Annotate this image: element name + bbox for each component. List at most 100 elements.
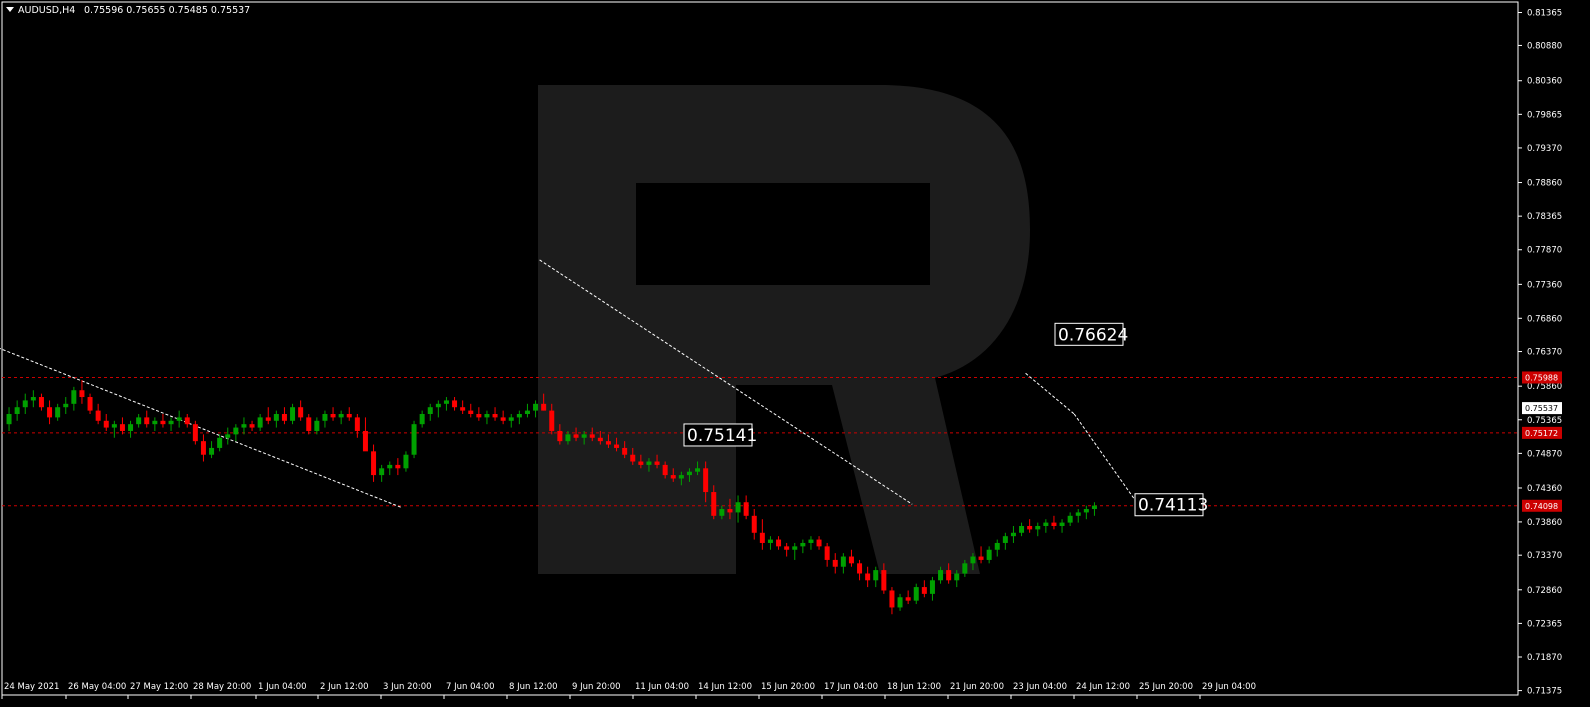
candle-body: [533, 403, 539, 411]
candle-body: [873, 570, 879, 581]
candle-body: [452, 400, 458, 408]
x-tick-label: 24 May 2021: [4, 682, 59, 692]
candle-body: [500, 417, 506, 421]
candle-body: [1083, 509, 1089, 513]
candle-body: [541, 403, 547, 411]
candle-body: [71, 390, 77, 404]
candle-body: [889, 590, 895, 608]
candle-body: [443, 400, 449, 404]
candle-body: [946, 570, 952, 581]
candle-body: [217, 437, 223, 448]
y-tick-label: 0.81365: [1527, 9, 1562, 19]
candle-body: [379, 468, 385, 476]
candle-body: [47, 407, 53, 418]
candle-body: [654, 461, 660, 465]
candle-body: [281, 413, 287, 421]
candle-body: [1002, 536, 1008, 543]
candle-body: [816, 539, 822, 547]
y-tick-label: 0.80360: [1527, 77, 1562, 87]
y-tick-label: 0.79370: [1527, 144, 1562, 154]
candle-body: [516, 413, 522, 418]
candle-body: [905, 597, 911, 601]
candle-body: [95, 410, 101, 421]
x-tick-label: 23 Jun 04:00: [1013, 682, 1067, 692]
candle-body: [411, 424, 417, 455]
candle-body: [330, 413, 336, 418]
candle-body: [622, 447, 628, 455]
candle-body: [767, 539, 773, 543]
candle-body: [192, 424, 198, 442]
candle-body: [176, 417, 182, 421]
price-chart[interactable]: AUDUSD,H4 0.75596 0.75655 0.75485 0.7553…: [0, 0, 1590, 707]
candle-body: [921, 587, 927, 594]
candle-body: [338, 413, 344, 418]
candle-body: [484, 413, 490, 418]
candle-body: [460, 407, 466, 411]
candle-body: [111, 424, 117, 428]
candle-body: [160, 420, 166, 425]
candle-body: [865, 573, 871, 581]
candle-body: [573, 434, 579, 438]
candle-body: [703, 468, 709, 493]
candle-body: [87, 397, 93, 411]
y-tick-label: 0.77870: [1527, 246, 1562, 256]
candle-body: [605, 441, 611, 445]
x-tick-label: 21 Jun 20:00: [950, 682, 1004, 692]
x-tick-label: 29 Jun 04:00: [1202, 682, 1256, 692]
x-tick-label: 9 Jun 20:00: [572, 682, 621, 692]
annotation-label: 0.74113: [1138, 496, 1208, 516]
candle-body: [354, 417, 360, 431]
candle-body: [257, 417, 263, 428]
candle-body: [14, 407, 20, 414]
x-tick-label: 8 Jun 12:00: [509, 682, 558, 692]
x-tick-label: 3 Jun 20:00: [383, 682, 432, 692]
x-tick-label: 27 May 12:00: [130, 682, 188, 692]
candle-body: [387, 464, 393, 469]
candle-body: [638, 461, 644, 465]
candle-body: [168, 420, 174, 425]
candle-body: [686, 471, 692, 476]
x-tick-label: 11 Jun 04:00: [635, 682, 689, 692]
candle-body: [403, 454, 409, 469]
candle-body: [6, 413, 12, 425]
candle-body: [184, 417, 190, 425]
candle-body: [273, 413, 279, 421]
candle-body: [929, 580, 935, 594]
candle-body: [646, 461, 652, 465]
candle-body: [435, 403, 441, 408]
candle-body: [759, 532, 765, 543]
candle-body: [662, 464, 668, 476]
current-price-tag: 0.75537: [1525, 404, 1558, 413]
candle-body: [1075, 512, 1081, 516]
candle-body: [743, 502, 749, 516]
x-tick-label: 7 Jun 04:00: [446, 682, 495, 692]
candle-body: [128, 424, 134, 431]
candle-body: [233, 427, 239, 435]
annotation-label: 0.76624: [1058, 325, 1128, 345]
candle-body: [144, 417, 150, 425]
x-tick-label: 1 Jun 04:00: [258, 682, 307, 692]
y-tick-label: 0.76370: [1527, 348, 1562, 358]
candle-body: [119, 424, 125, 431]
candle-body: [209, 447, 215, 455]
candle-body: [152, 420, 158, 425]
candle-body: [1010, 532, 1016, 537]
y-tick-label: 0.78860: [1527, 179, 1562, 189]
candle-body: [751, 515, 757, 533]
y-tick-label: 0.78365: [1527, 212, 1562, 222]
candle-body: [265, 417, 271, 421]
candle-body: [938, 570, 944, 581]
symbol-label: AUDUSD,H4: [18, 5, 75, 16]
y-tick-label: 0.74870: [1527, 449, 1562, 459]
candle-body: [954, 573, 960, 581]
candle-body: [1091, 505, 1097, 510]
x-tick-label: 15 Jun 20:00: [761, 682, 815, 692]
candle-body: [897, 597, 903, 608]
y-tick-label: 0.72365: [1527, 619, 1562, 629]
candle-body: [362, 430, 368, 452]
candle-body: [800, 542, 806, 547]
candle-body: [241, 424, 247, 428]
candle-body: [1051, 522, 1057, 526]
candle-body: [808, 539, 814, 543]
y-tick-label: 0.75860: [1527, 382, 1562, 392]
